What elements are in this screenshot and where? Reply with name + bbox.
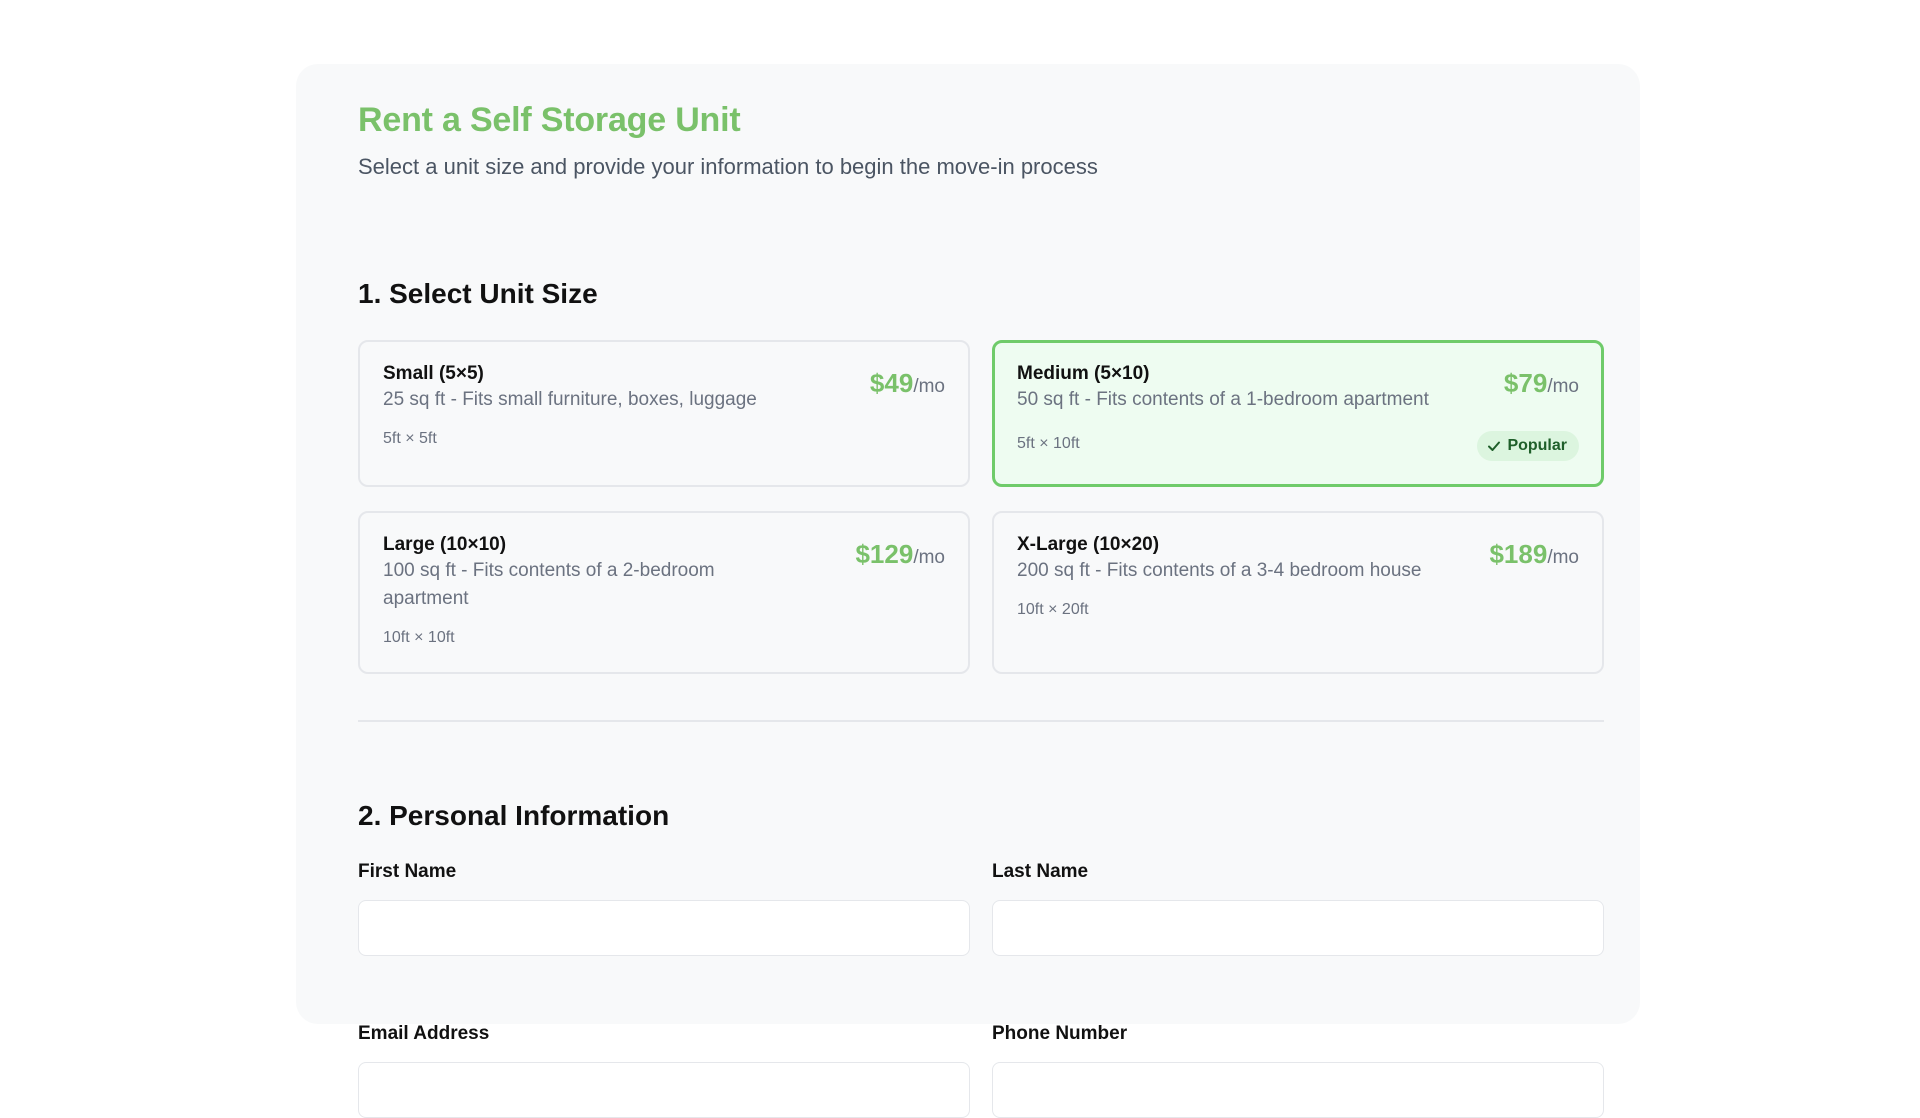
last-name-field-group: Last Name (992, 860, 1604, 956)
rental-form-content: Rent a Self Storage Unit Select a unit s… (358, 94, 1604, 1118)
price-period: /mo (913, 547, 945, 568)
price-period: /mo (1547, 547, 1579, 568)
last-name-label: Last Name (992, 861, 1089, 882)
check-icon (1488, 441, 1501, 451)
unit-price: $189/mo (1489, 539, 1579, 570)
last-name-input[interactable] (992, 900, 1604, 956)
unit-description: 200 sq ft - Fits contents of a 3-4 bedro… (1017, 560, 1422, 581)
phone-field-group: Phone Number (992, 1022, 1604, 1118)
personal-info-section-title: 2. Personal Information (358, 800, 670, 831)
email-input[interactable] (358, 1062, 970, 1118)
popular-badge: Popular (1477, 431, 1579, 461)
unit-name: Small (5×5) (383, 363, 484, 384)
unit-description: 100 sq ft - Fits contents of a 2-bedroom… (383, 560, 715, 609)
unit-dimensions: 10ft × 20ft (1017, 601, 1089, 618)
price-amount: $49 (869, 368, 914, 398)
unit-card-large[interactable]: Large (10×10) 100 sq ft - Fits contents … (358, 511, 970, 674)
unit-description: 25 sq ft - Fits small furniture, boxes, … (383, 389, 757, 410)
price-period: /mo (1547, 376, 1579, 397)
section-divider (358, 720, 1604, 722)
unit-price: $49/mo (870, 368, 945, 399)
price-period: /mo (913, 376, 945, 397)
first-name-field-group: First Name (358, 860, 970, 956)
unit-price: $129/mo (855, 539, 945, 570)
email-field-group: Email Address (358, 1022, 970, 1118)
unit-price: $79/mo (1504, 368, 1579, 399)
rental-form-panel: Rent a Self Storage Unit Select a unit s… (296, 64, 1640, 1118)
personal-info-form: First Name Last Name Email Address Phone… (358, 860, 1604, 1118)
unit-card-small[interactable]: Small (5×5) 25 sq ft - Fits small furnit… (358, 340, 970, 487)
unit-description: 50 sq ft - Fits contents of a 1-bedroom … (1017, 389, 1429, 410)
phone-label: Phone Number (992, 1023, 1128, 1044)
unit-name: Medium (5×10) (1017, 363, 1150, 384)
phone-input[interactable] (992, 1062, 1604, 1118)
first-name-label: First Name (358, 861, 457, 882)
unit-card-xlarge[interactable]: X-Large (10×20) 200 sq ft - Fits content… (992, 511, 1604, 674)
unit-card-medium[interactable]: Medium (5×10) 50 sq ft - Fits contents o… (992, 340, 1604, 487)
page-title: Rent a Self Storage Unit (358, 101, 741, 139)
price-amount: $79 (1503, 368, 1548, 398)
unit-size-section-title: 1. Select Unit Size (358, 278, 598, 309)
unit-dimensions: 10ft × 10ft (383, 629, 455, 646)
first-name-input[interactable] (358, 900, 970, 956)
unit-dimensions: 5ft × 5ft (383, 430, 437, 447)
page-subtitle: Select a unit size and provide your info… (358, 154, 1098, 179)
badge-label: Popular (1507, 437, 1567, 454)
price-amount: $129 (855, 539, 914, 569)
unit-size-grid: Small (5×5) 25 sq ft - Fits small furnit… (358, 340, 1604, 674)
price-amount: $189 (1489, 539, 1548, 569)
email-label: Email Address (358, 1023, 490, 1044)
